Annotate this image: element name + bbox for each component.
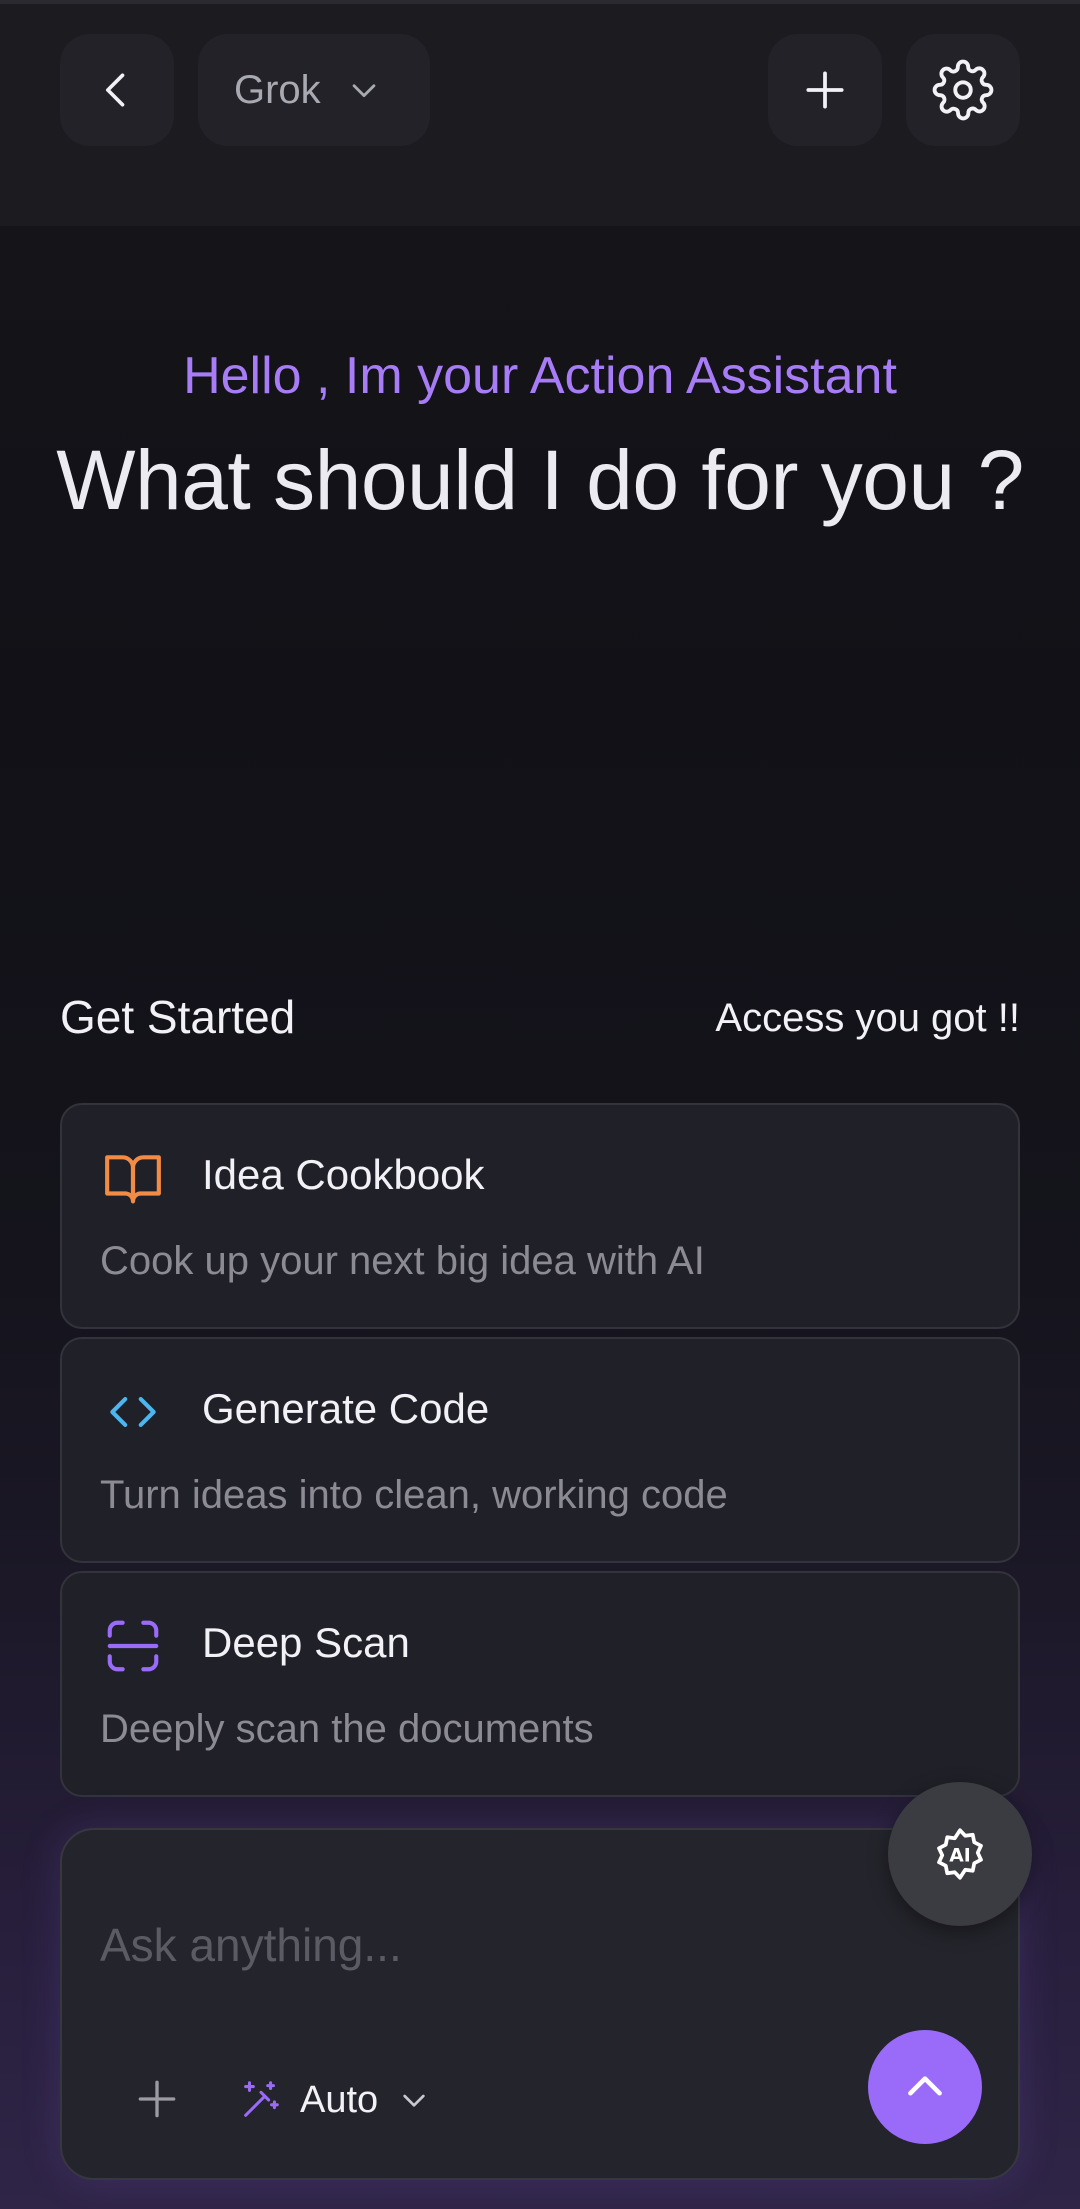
chevron-down-icon <box>398 2084 430 2116</box>
card-title: Generate Code <box>202 1385 490 1432</box>
composer: Auto <box>60 1828 1020 2180</box>
model-label: Grok <box>234 67 321 112</box>
magic-wand-icon <box>238 2077 284 2123</box>
ai-assistant-button[interactable]: AI <box>888 1782 1032 1926</box>
card-description: Cook up your next big idea with AI <box>100 1239 705 1283</box>
greeting-subtitle: Hello , Im your Action Assistant <box>183 347 897 405</box>
section-note: Access you got !! <box>715 996 1020 1040</box>
book-icon <box>102 1147 164 1209</box>
chevron-down-icon <box>347 73 381 107</box>
svg-text:AI: AI <box>949 1846 971 1867</box>
card-title: Deep Scan <box>202 1619 410 1666</box>
gear-icon <box>932 59 994 121</box>
send-button[interactable] <box>868 2030 982 2144</box>
mode-label: Auto <box>300 2078 379 2121</box>
new-chat-button[interactable] <box>768 34 882 146</box>
mode-selector[interactable]: Auto <box>238 2060 430 2140</box>
card-idea-cookbook[interactable]: Idea Cookbook Cook up your next big idea… <box>60 1103 1020 1329</box>
card-title: Idea Cookbook <box>202 1151 485 1198</box>
card-description: Turn ideas into clean, working code <box>100 1473 728 1517</box>
chevron-up-icon <box>900 2062 950 2112</box>
card-generate-code[interactable]: Generate Code Turn ideas into clean, wor… <box>60 1337 1020 1563</box>
section-title: Get Started <box>60 991 296 1043</box>
attach-button[interactable] <box>122 2064 192 2134</box>
card-deep-scan[interactable]: Deep Scan Deeply scan the documents <box>60 1571 1020 1797</box>
code-icon <box>102 1381 164 1443</box>
model-selector[interactable]: Grok <box>198 34 430 146</box>
plus-icon <box>132 2074 182 2124</box>
back-button[interactable] <box>60 34 174 146</box>
ai-sparkle-icon: AI <box>930 1824 990 1884</box>
chevron-left-icon <box>95 68 139 112</box>
plus-icon <box>800 65 850 115</box>
scan-icon <box>102 1615 164 1677</box>
top-bar: Grok <box>0 0 1080 226</box>
hero-title: What should I do for you ? <box>56 433 1024 527</box>
settings-button[interactable] <box>906 34 1020 146</box>
ask-input[interactable] <box>100 1910 860 1980</box>
card-description: Deeply scan the documents <box>100 1707 594 1751</box>
